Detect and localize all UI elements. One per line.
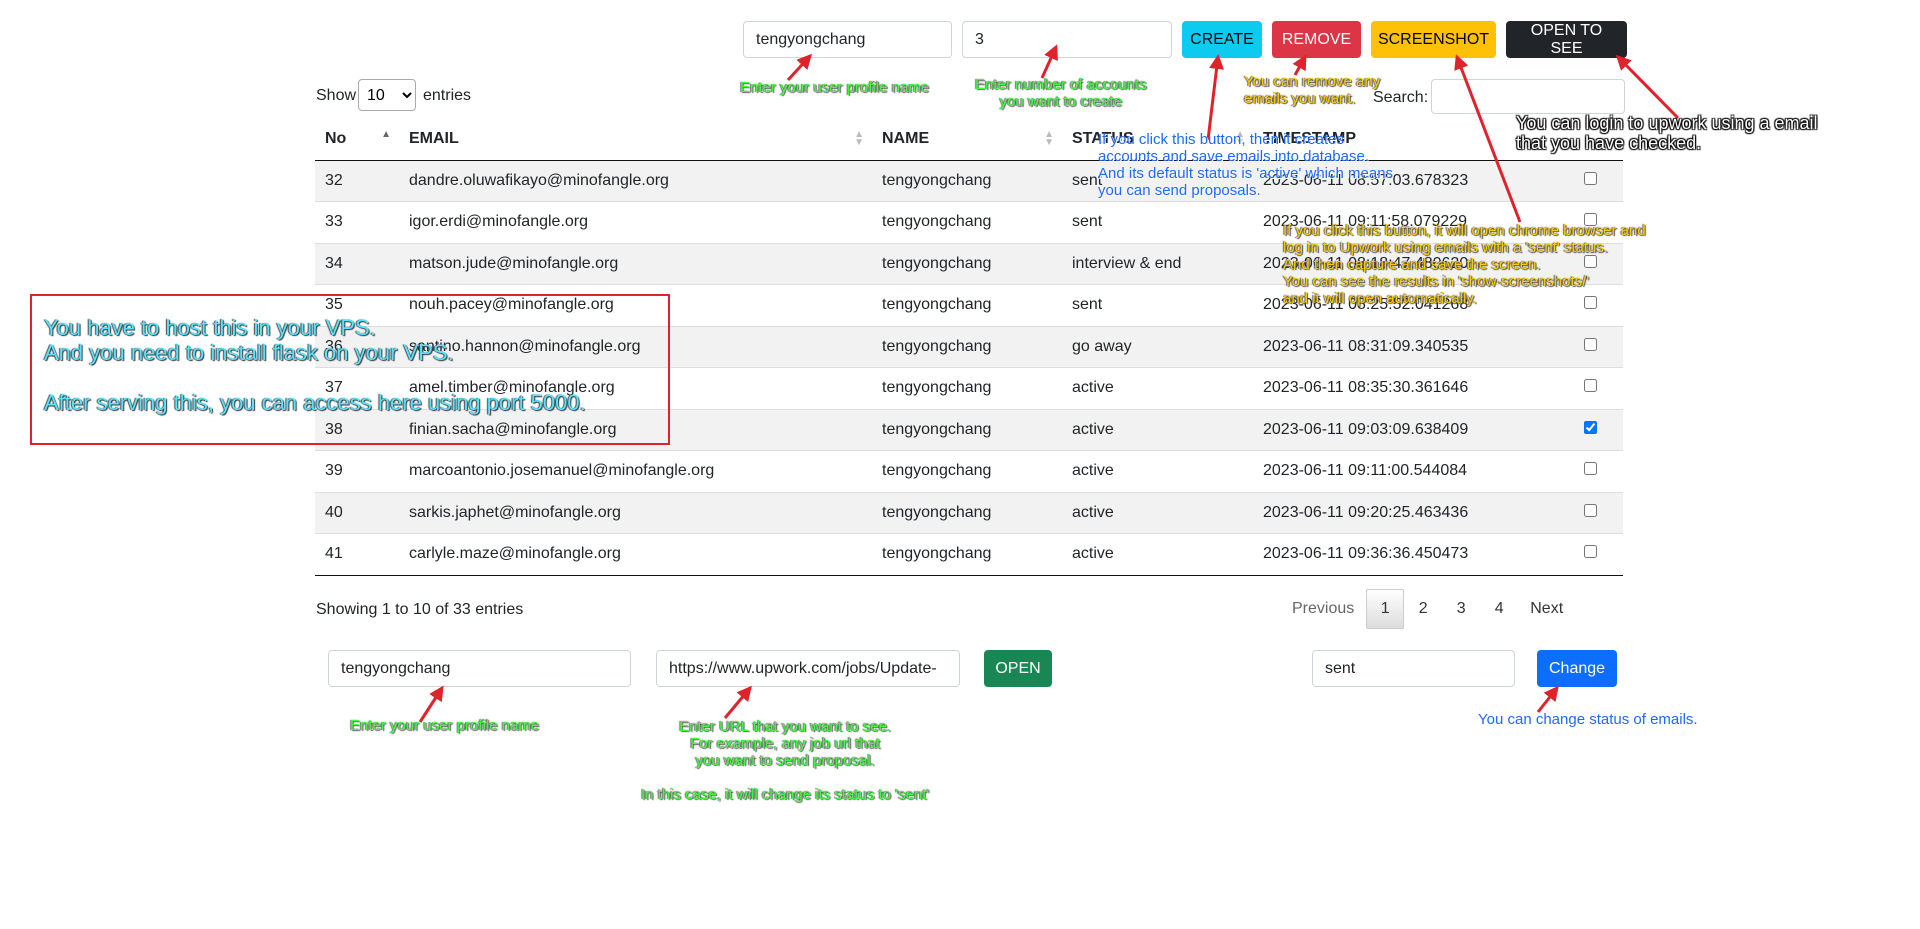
row-checkbox-cell <box>1558 533 1623 576</box>
row-name: tengyongchang <box>872 367 1062 409</box>
row-no: 39 <box>315 450 399 492</box>
row-checkbox[interactable] <box>1584 462 1597 476</box>
pagination-page-1[interactable]: 1 <box>1366 589 1405 629</box>
sort-asc-icon: ▲ <box>381 129 391 140</box>
row-checkbox-cell <box>1558 450 1623 492</box>
annotation-profile-top: Enter your user profile name <box>740 79 930 96</box>
sort-icon: ▲ ▼ <box>1044 129 1054 148</box>
row-email: marcoantonio.josemanuel@minofangle.org <box>399 450 872 492</box>
table-row: 41 carlyle.maze@minofangle.org tengyongcha… <box>315 533 1623 576</box>
row-email: matson.jude@minofangle.org <box>399 242 872 285</box>
header-name-label: NAME <box>882 129 930 147</box>
screenshot-button[interactable]: SCREENSHOT <box>1371 21 1496 58</box>
search-input[interactable] <box>1431 79 1625 114</box>
row-timestamp: 2023-06-11 09:11:00.544084 <box>1253 450 1558 492</box>
row-email: sarkis.japhet@minofangle.org <box>399 491 872 534</box>
row-checkbox-cell <box>1558 491 1623 534</box>
table-row: 39 marcoantonio.josemanuel@minofangle.org… <box>315 450 1623 492</box>
table-info: Showing 1 to 10 of 33 entries <box>316 601 524 618</box>
length-show-label: Show <box>316 87 357 104</box>
row-name: tengyongchang <box>872 450 1062 492</box>
table-row: 32 dandre.oluwafikayo@minofangle.org tengy… <box>315 159 1623 202</box>
row-timestamp: 2023-06-11 09:03:09.638409 <box>1253 408 1558 451</box>
row-email: igor.erdi@minofangle.org <box>399 201 872 243</box>
row-status: interview & end <box>1062 242 1253 285</box>
row-checkbox[interactable] <box>1584 420 1597 434</box>
open-button[interactable]: OPEN <box>984 650 1052 687</box>
annotation-profile-bottom: Enter your user profile name <box>350 717 540 734</box>
row-no: 34 <box>315 242 399 285</box>
row-name: tengyongchang <box>872 242 1062 285</box>
search-label: Search: <box>1373 89 1429 106</box>
annotation-create: If you click this button, then it create… <box>1098 131 1394 199</box>
row-timestamp: 2023-06-11 08:31:09.340535 <box>1253 325 1558 368</box>
row-status: active <box>1062 367 1253 409</box>
open-to-see-button[interactable]: OPEN TO SEE <box>1506 21 1627 58</box>
row-email: dandre.oluwafikayo@minofangle.org <box>399 159 872 202</box>
row-timestamp: 2023-06-11 08:35:30.361646 <box>1253 367 1558 409</box>
header-no-label: No <box>325 129 347 147</box>
row-name: tengyongchang <box>872 284 1062 326</box>
length-entries-label: entries <box>423 87 472 104</box>
table-row: 40 sarkis.japhet@minofangle.org tengyongch… <box>315 491 1623 534</box>
row-status: sent <box>1062 284 1253 326</box>
entries-length-select[interactable]: 10 <box>358 79 416 111</box>
row-checkbox[interactable] <box>1584 171 1597 185</box>
row-no: 41 <box>315 533 399 576</box>
header-no[interactable]: No ▲ <box>315 118 399 161</box>
status-input[interactable] <box>1312 650 1515 687</box>
header-email-label: EMAIL <box>409 129 459 147</box>
annotation-remove: You can remove any emails you want. <box>1244 73 1381 107</box>
remove-button[interactable]: REMOVE <box>1272 21 1361 58</box>
annotation-open-to-see: You can login to upwork using a email th… <box>1516 113 1818 153</box>
row-no: 33 <box>315 201 399 243</box>
create-button[interactable]: CREATE <box>1182 21 1262 58</box>
pagination-page-2[interactable]: 2 <box>1404 589 1442 629</box>
row-checkbox-cell <box>1558 408 1623 451</box>
annotation-count: Enter number of accounts you want to cre… <box>975 76 1147 110</box>
row-status: active <box>1062 408 1253 451</box>
row-name: tengyongchang <box>872 325 1062 368</box>
url-input[interactable] <box>656 650 960 687</box>
pagination-page-4[interactable]: 4 <box>1480 589 1518 629</box>
row-email: carlyle.maze@minofangle.org <box>399 533 872 576</box>
row-timestamp: 2023-06-11 09:20:25.463436 <box>1253 491 1558 534</box>
row-checkbox-cell <box>1558 325 1623 368</box>
row-checkbox-cell <box>1558 159 1623 202</box>
row-name: tengyongchang <box>872 201 1062 243</box>
row-name: tengyongchang <box>872 533 1062 576</box>
row-status: active <box>1062 533 1253 576</box>
profile-name-input-bottom[interactable] <box>328 650 631 687</box>
row-checkbox-cell <box>1558 367 1623 409</box>
row-status: active <box>1062 491 1253 534</box>
row-status: sent <box>1062 201 1253 243</box>
row-name: tengyongchang <box>872 159 1062 202</box>
annotation-url: Enter URL that you want to see. For exam… <box>641 718 930 803</box>
row-timestamp: 2023-06-11 09:36:36.450473 <box>1253 533 1558 576</box>
row-checkbox[interactable] <box>1584 545 1597 559</box>
row-checkbox[interactable] <box>1584 379 1597 393</box>
annotation-change: You can change status of emails. <box>1478 711 1698 728</box>
annotation-vps: You have to host this in your VPS. And y… <box>44 315 586 415</box>
header-name[interactable]: NAME ▲ ▼ <box>872 118 1062 161</box>
pagination-page-3[interactable]: 3 <box>1442 589 1480 629</box>
row-status: go away <box>1062 325 1253 368</box>
sort-icon: ▲ ▼ <box>854 129 864 148</box>
pagination-previous[interactable]: Previous <box>1280 589 1366 629</box>
header-email[interactable]: EMAIL ▲ ▼ <box>399 118 872 161</box>
row-name: tengyongchang <box>872 408 1062 451</box>
row-no: 32 <box>315 159 399 202</box>
row-checkbox[interactable] <box>1584 503 1597 517</box>
profile-name-input[interactable] <box>743 21 952 58</box>
pagination: Previous 1 2 3 4 Next <box>1280 589 1575 629</box>
annotation-screenshot: If you click this button, it will open c… <box>1283 222 1646 307</box>
change-button[interactable]: Change <box>1537 650 1617 687</box>
row-status: active <box>1062 450 1253 492</box>
account-count-input[interactable] <box>962 21 1172 58</box>
row-name: tengyongchang <box>872 491 1062 534</box>
row-checkbox[interactable] <box>1584 337 1597 351</box>
row-no: 40 <box>315 491 399 534</box>
table-header-row: No ▲ EMAIL ▲ ▼ NAME ▲ ▼ STATUS ▲ ▼ TIMESTAMP <box>315 118 1623 161</box>
pagination-next[interactable]: Next <box>1518 589 1575 629</box>
